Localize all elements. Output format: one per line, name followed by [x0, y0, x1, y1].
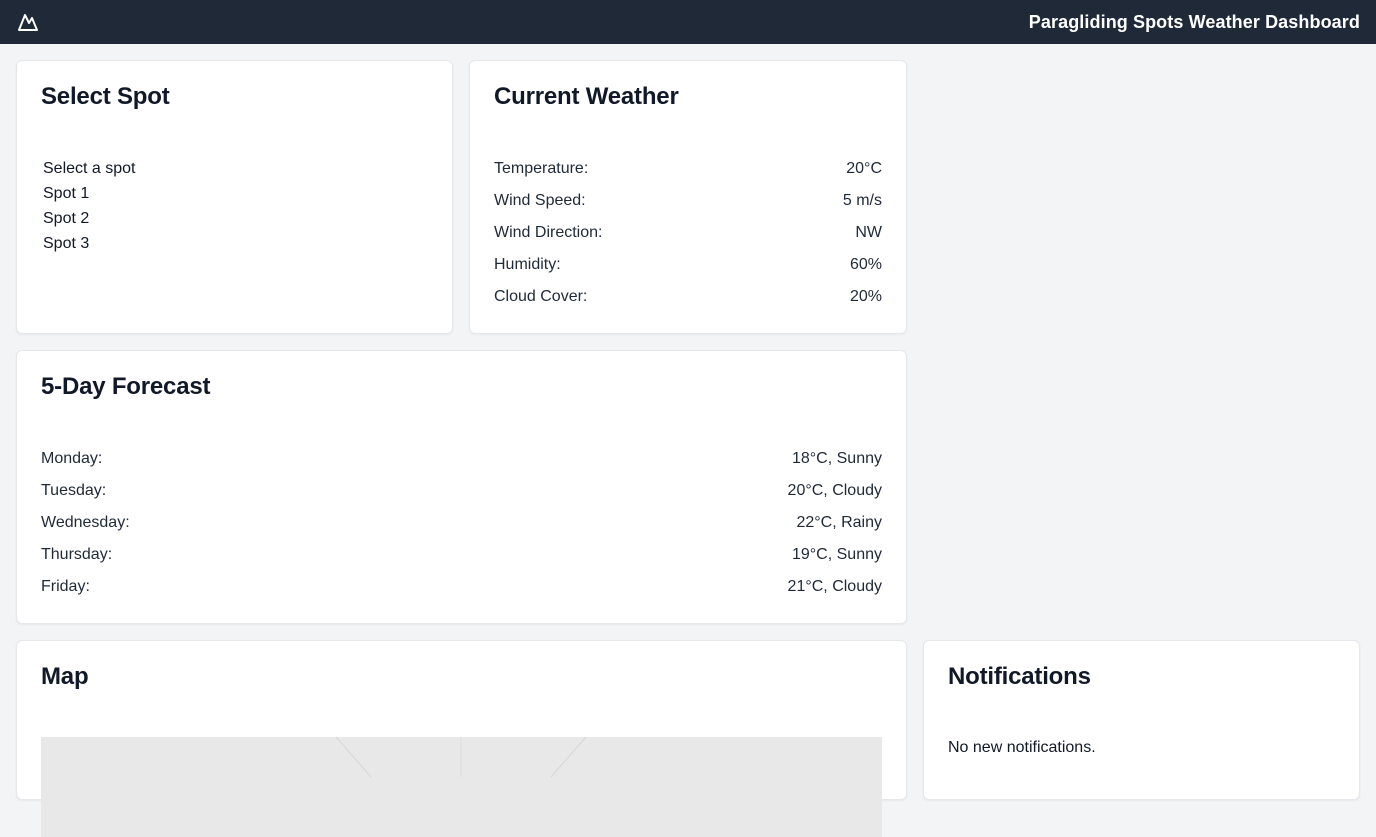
spot-select-list[interactable]: Select a spot Spot 1 Spot 2 Spot 3	[43, 159, 243, 259]
spot-option[interactable]: Spot 1	[43, 184, 243, 209]
forecast-title: 5-Day Forecast	[41, 373, 211, 400]
forecast-value: 22°C, Rainy	[796, 514, 882, 531]
notifications-title: Notifications	[948, 663, 1091, 690]
forecast-list: Monday: 18°C, Sunny Tuesday: 20°C, Cloud…	[41, 447, 882, 607]
forecast-day: Monday:	[41, 450, 103, 467]
forecast-card: 5-Day Forecast Monday: 18°C, Sunny Tuesd…	[16, 350, 907, 624]
weather-row-temperature: Temperature: 20°C	[494, 157, 882, 189]
current-weather-title: Current Weather	[494, 83, 679, 110]
forecast-row-wednesday: Wednesday: 22°C, Rainy	[41, 511, 882, 543]
weather-label: Humidity:	[494, 256, 561, 273]
notifications-message: No new notifications.	[948, 739, 1096, 756]
weather-row-wind-direction: Wind Direction: NW	[494, 221, 882, 253]
mountain-icon[interactable]	[16, 10, 40, 34]
spot-option[interactable]: Spot 3	[43, 234, 243, 259]
weather-label: Cloud Cover:	[494, 288, 588, 305]
weather-value: NW	[855, 224, 882, 241]
forecast-row-friday: Friday: 21°C, Cloudy	[41, 575, 882, 607]
weather-label: Wind Direction:	[494, 224, 603, 241]
forecast-day: Friday:	[41, 578, 90, 595]
weather-label: Wind Speed:	[494, 192, 586, 209]
forecast-value: 19°C, Sunny	[791, 546, 882, 563]
top-bar: Paragliding Spots Weather Dashboard	[0, 0, 1376, 44]
map-canvas[interactable]	[41, 737, 882, 837]
spot-option[interactable]: Select a spot	[43, 159, 243, 184]
weather-row-cloud-cover: Cloud Cover: 20%	[494, 285, 882, 317]
forecast-day: Tuesday:	[41, 482, 107, 499]
map-card: Map	[16, 640, 907, 837]
weather-value: 20°C	[846, 160, 882, 177]
forecast-value: 18°C, Sunny	[791, 450, 882, 467]
app-title: Paragliding Spots Weather Dashboard	[1028, 11, 1360, 32]
weather-value: 60%	[849, 256, 882, 273]
mountain-icon-graphic	[18, 14, 38, 31]
weather-value: 20%	[849, 288, 882, 305]
forecast-day: Thursday:	[41, 546, 113, 563]
forecast-value: 20°C, Cloudy	[787, 482, 882, 499]
weather-row-humidity: Humidity: 60%	[494, 253, 882, 285]
map-title: Map	[41, 663, 89, 690]
map-roads	[335, 737, 587, 778]
select-spot-card: Select Spot Select a spot Spot 1 Spot 2 …	[16, 60, 453, 334]
spot-option[interactable]: Spot 2	[43, 209, 243, 234]
forecast-row-thursday: Thursday: 19°C, Sunny	[41, 543, 882, 575]
forecast-day: Wednesday:	[41, 514, 130, 531]
forecast-row-tuesday: Tuesday: 20°C, Cloudy	[41, 479, 882, 511]
weather-value: 5 m/s	[842, 192, 882, 209]
forecast-row-monday: Monday: 18°C, Sunny	[41, 447, 882, 479]
weather-row-wind-speed: Wind Speed: 5 m/s	[494, 189, 882, 221]
current-weather-list: Temperature: 20°C Wind Speed: 5 m/s Wind…	[494, 157, 882, 317]
notifications-card: Notifications No new notifications.	[923, 640, 1360, 800]
select-spot-title: Select Spot	[41, 83, 170, 110]
weather-label: Temperature:	[494, 160, 589, 177]
forecast-value: 21°C, Cloudy	[787, 578, 882, 595]
current-weather-card: Current Weather Temperature: 20°C Wind S…	[469, 60, 907, 334]
